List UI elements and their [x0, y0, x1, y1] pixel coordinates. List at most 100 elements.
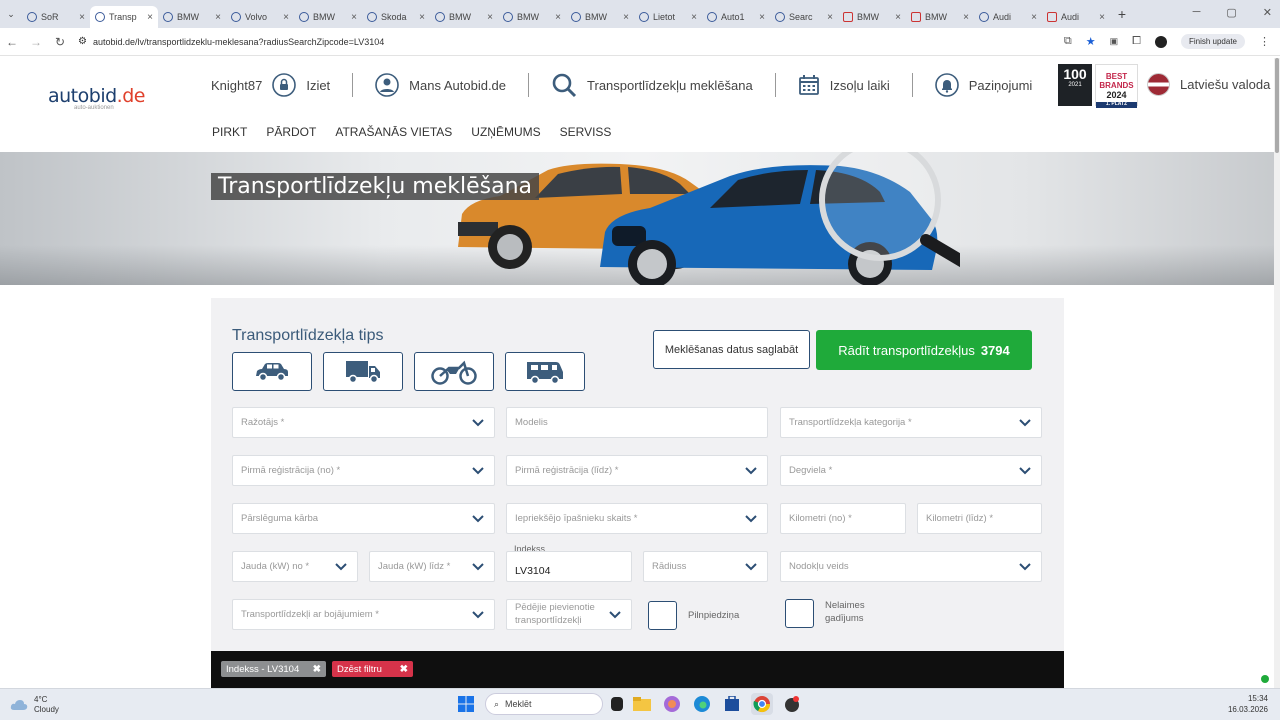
close-tab-icon[interactable]: ×	[895, 12, 901, 23]
km-from-field[interactable]: Kilometri (no) *	[780, 503, 906, 534]
nav-item-company[interactable]: UZŅĒMUMS	[471, 125, 540, 139]
url-field[interactable]: ⚙ autobid.de/lv/transportlidzeklu-mekles…	[78, 31, 1064, 53]
back-arrow-icon[interactable]: ←	[0, 35, 24, 49]
show-vehicles-button[interactable]: Rādīt transportlīdzekļus 3794	[816, 330, 1032, 370]
browser-tab[interactable]: Auto1 ×	[702, 6, 770, 28]
store-icon[interactable]	[721, 693, 743, 715]
browser-tab[interactable]: Audi ×	[1042, 6, 1110, 28]
logout-link[interactable]: Iziet	[306, 78, 330, 93]
vehicle-search-link[interactable]: Transportlīdzekļu meklēšana	[551, 72, 753, 98]
close-tab-icon[interactable]: ×	[419, 12, 425, 23]
autobid-logo[interactable]: autobid.de auto-auktionen	[48, 85, 145, 111]
new-tab-button[interactable]: +	[1110, 6, 1134, 22]
finish-update-button[interactable]: Finish update	[1180, 34, 1245, 49]
manufacturer-select[interactable]: Ražotājs *	[232, 407, 495, 438]
close-tab-icon[interactable]: ×	[147, 12, 153, 23]
browser-tab[interactable]: Audi ×	[974, 6, 1042, 28]
close-tab-icon[interactable]: ×	[215, 12, 221, 23]
site-info-icon[interactable]: ⚙	[78, 36, 87, 47]
gearbox-select[interactable]: Pārslēguma kārba	[232, 503, 495, 534]
browser-tab[interactable]: SoR ×	[22, 6, 90, 28]
first-registration-from-select[interactable]: Pirmā reģistrācija (no) *	[232, 455, 495, 486]
browser-tab[interactable]: Volvo ×	[226, 6, 294, 28]
browser-tab[interactable]: Lietot ×	[634, 6, 702, 28]
maximize-icon[interactable]: ▢	[1226, 6, 1236, 19]
puzzle-extensions-icon[interactable]: ⧠	[1132, 35, 1141, 48]
browser-tab[interactable]: BMW ×	[906, 6, 974, 28]
page-scrollbar[interactable]	[1274, 58, 1280, 688]
save-search-button[interactable]: Meklēšanas datus saglabāt	[653, 330, 810, 369]
scrollbar-thumb[interactable]	[1275, 58, 1279, 153]
radius-select[interactable]: Rādiuss	[643, 551, 768, 582]
category-select[interactable]: Transportlīdzekļa kategorija *	[780, 407, 1042, 438]
minimize-icon[interactable]: ─	[1193, 6, 1201, 19]
browser-tab[interactable]: Transp ×	[90, 6, 158, 28]
extension-icon[interactable]: ▣	[1110, 36, 1119, 47]
first-registration-to-select[interactable]: Pirmā reģistrācija (līdz) *	[506, 455, 768, 486]
close-tab-icon[interactable]: ×	[1031, 12, 1037, 23]
system-clock[interactable]: 15:34 16.03.2026	[1228, 694, 1268, 716]
close-tab-icon[interactable]: ×	[555, 12, 561, 23]
filter-chip-zip[interactable]: Indekss - LV3104 ✖	[221, 661, 326, 677]
close-tab-icon[interactable]: ×	[827, 12, 833, 23]
close-tab-icon[interactable]: ×	[283, 12, 289, 23]
bookmark-star-icon[interactable]: ★	[1086, 35, 1096, 48]
auction-times-link[interactable]: Izsoļu laiki	[798, 74, 890, 96]
reload-icon[interactable]: ↻	[48, 35, 72, 49]
close-tab-icon[interactable]: ×	[759, 12, 765, 23]
copilot-icon[interactable]	[661, 693, 683, 715]
browser-tab[interactable]: Searc ×	[770, 6, 838, 28]
damaged-vehicles-select[interactable]: Transportlīdzekļi ar bojājumiem *	[232, 599, 495, 630]
last-added-select[interactable]: Pēdējie pievienotie transportlīdzekļi	[506, 599, 632, 630]
file-explorer-icon[interactable]	[631, 693, 653, 715]
lock-icon[interactable]	[272, 73, 297, 97]
windows-start-icon[interactable]	[455, 693, 477, 715]
browser-tab[interactable]: BMW ×	[566, 6, 634, 28]
my-autobid-link[interactable]: Mans Autobid.de	[375, 73, 506, 97]
app-icon[interactable]	[781, 693, 803, 715]
close-window-icon[interactable]: ✕	[1263, 6, 1272, 19]
install-app-icon[interactable]: ⧉	[1064, 35, 1072, 48]
clear-filters-chip[interactable]: Dzēst filtru ✖	[332, 661, 413, 677]
close-tab-icon[interactable]: ×	[79, 12, 85, 23]
close-tab-icon[interactable]: ×	[691, 12, 697, 23]
fuel-select[interactable]: Degviela *	[780, 455, 1042, 486]
forward-arrow-icon[interactable]: →	[24, 35, 48, 49]
browser-menu-icon[interactable]: ⋮	[1259, 35, 1270, 48]
browser-tab[interactable]: BMW ×	[430, 6, 498, 28]
vehicle-type-truck-button[interactable]	[323, 352, 403, 391]
tab-list-chevron-icon[interactable]: ⌄	[0, 0, 22, 28]
close-tab-icon[interactable]: ×	[1099, 12, 1105, 23]
profile-avatar[interactable]	[1154, 35, 1167, 48]
browser-tab[interactable]: BMW ×	[498, 6, 566, 28]
weather-widget[interactable]: 4°C Cloudy	[10, 695, 59, 716]
browser-tab[interactable]: BMW ×	[158, 6, 226, 28]
model-field[interactable]: Modelis	[506, 407, 768, 438]
task-view-icon[interactable]	[611, 697, 623, 711]
remove-filter-icon[interactable]: ✖	[313, 664, 321, 675]
chrome-icon[interactable]	[751, 693, 773, 715]
previous-owners-select[interactable]: Iepriekšējo īpašnieku skaits *	[506, 503, 768, 534]
km-to-field[interactable]: Kilometri (līdz) *	[917, 503, 1042, 534]
nav-item-service[interactable]: SERVISS	[560, 125, 612, 139]
taskbar-search[interactable]: ⌕ Meklēt	[485, 693, 603, 715]
vehicle-type-motorcycle-button[interactable]	[414, 352, 494, 391]
vehicle-type-car-button[interactable]	[232, 352, 312, 391]
nav-item-locations[interactable]: ATRAŠANĀS VIETAS	[335, 125, 452, 139]
all-wheel-drive-checkbox[interactable]	[648, 601, 677, 630]
close-tab-icon[interactable]: ×	[963, 12, 969, 23]
edge-icon[interactable]	[691, 693, 713, 715]
power-from-select[interactable]: Jauda (kW) no *	[232, 551, 358, 582]
close-tab-icon[interactable]: ×	[487, 12, 493, 23]
notifications-link[interactable]: Paziņojumi	[934, 73, 1032, 97]
browser-tab[interactable]: Skoda ×	[362, 6, 430, 28]
nav-item-buy[interactable]: PIRKT	[212, 125, 247, 139]
accident-free-checkbox[interactable]	[785, 599, 814, 628]
vehicle-type-camper-button[interactable]	[505, 352, 585, 391]
browser-tab[interactable]: BMW ×	[294, 6, 362, 28]
zip-field[interactable]: LV3104	[506, 551, 632, 582]
power-to-select[interactable]: Jauda (kW) līdz *	[369, 551, 495, 582]
tax-type-select[interactable]: Nodokļu veids	[780, 551, 1042, 582]
close-tab-icon[interactable]: ×	[623, 12, 629, 23]
nav-item-sell[interactable]: PĀRDOT	[266, 125, 316, 139]
